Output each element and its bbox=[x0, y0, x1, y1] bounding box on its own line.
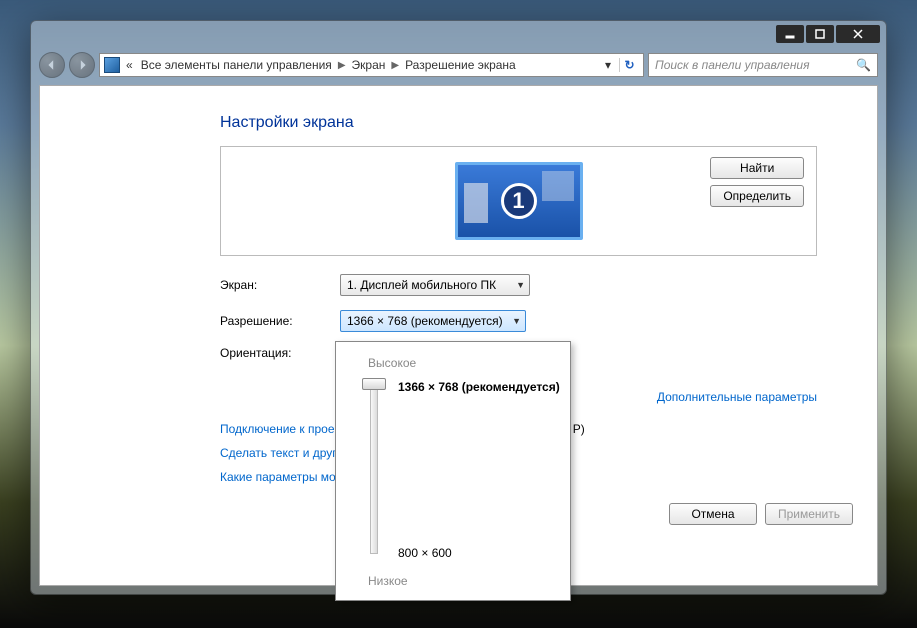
chevron-right-icon: ▶ bbox=[391, 60, 399, 71]
popup-low-label: Низкое bbox=[368, 574, 408, 588]
projector-link[interactable]: Подключение к проек bbox=[220, 422, 340, 436]
breadcrumb-item-2[interactable]: Разрешение экрана bbox=[403, 58, 518, 72]
resolution-select[interactable]: 1366 × 768 (рекомендуется) ▼ bbox=[340, 310, 526, 332]
resolution-popup: Высокое 1366 × 768 (рекомендуется) 800 ×… bbox=[335, 341, 571, 601]
breadcrumb-item-0[interactable]: Все элементы панели управления bbox=[139, 58, 334, 72]
detect-button[interactable]: Найти bbox=[710, 157, 804, 179]
display-label: Экран: bbox=[220, 278, 340, 292]
minimize-button[interactable] bbox=[776, 25, 804, 43]
resolution-slider-track[interactable] bbox=[370, 384, 378, 554]
identify-button[interactable]: Определить bbox=[710, 185, 804, 207]
breadcrumb-root[interactable]: « bbox=[124, 58, 135, 72]
chevron-down-icon: ▼ bbox=[516, 280, 525, 290]
monitor-thumbnail[interactable]: 1 bbox=[455, 162, 583, 240]
page-title: Настройки экрана bbox=[220, 114, 817, 132]
titlebar[interactable] bbox=[31, 21, 886, 49]
display-select[interactable]: 1. Дисплей мобильного ПК ▼ bbox=[340, 274, 530, 296]
monitor-number: 1 bbox=[501, 183, 537, 219]
chevron-right-icon: ▶ bbox=[338, 60, 346, 71]
address-dropdown-icon[interactable]: ▾ bbox=[601, 58, 615, 72]
chevron-down-icon: ▼ bbox=[512, 316, 521, 326]
resolution-option-bottom[interactable]: 800 × 600 bbox=[398, 546, 452, 560]
refresh-button[interactable]: ↻ bbox=[619, 58, 639, 72]
search-placeholder: Поиск в панели управления bbox=[655, 58, 810, 72]
popup-high-label: Высокое bbox=[368, 356, 554, 370]
breadcrumb-item-1[interactable]: Экран bbox=[350, 58, 388, 72]
display-preview: 1 Найти Определить bbox=[220, 146, 817, 256]
control-panel-icon bbox=[104, 57, 120, 73]
forward-button[interactable] bbox=[69, 52, 95, 78]
dialog-footer: OK Отмена Применить bbox=[573, 503, 853, 525]
nav-row: « Все элементы панели управления ▶ Экран… bbox=[31, 49, 886, 81]
orientation-label: Ориентация: bbox=[220, 346, 340, 360]
search-input[interactable]: Поиск в панели управления 🔍 bbox=[648, 53, 878, 77]
address-bar[interactable]: « Все элементы панели управления ▶ Экран… bbox=[99, 53, 644, 77]
close-button[interactable] bbox=[836, 25, 880, 43]
maximize-button[interactable] bbox=[806, 25, 834, 43]
resolution-label: Разрешение: bbox=[220, 314, 340, 328]
cancel-button[interactable]: Отмена bbox=[669, 503, 757, 525]
apply-button[interactable]: Применить bbox=[765, 503, 853, 525]
resolution-option-top[interactable]: 1366 × 768 (рекомендуется) bbox=[398, 380, 560, 394]
back-button[interactable] bbox=[39, 52, 65, 78]
resolution-slider-thumb[interactable] bbox=[362, 378, 386, 390]
control-panel-window: « Все элементы панели управления ▶ Экран… bbox=[30, 20, 887, 595]
search-icon[interactable]: 🔍 bbox=[856, 58, 871, 72]
